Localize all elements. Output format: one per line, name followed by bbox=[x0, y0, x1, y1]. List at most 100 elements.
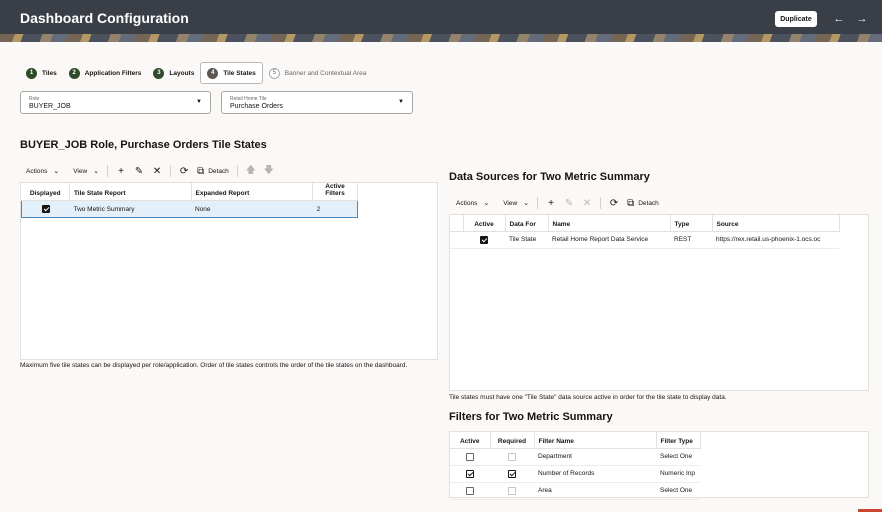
edit-icon[interactable]: ✎ bbox=[130, 163, 148, 179]
delete-icon[interactable]: ✕ bbox=[578, 195, 596, 211]
col-tile-state-report[interactable]: Tile State Report bbox=[69, 183, 192, 201]
name-cell: Retail Home Report Data Service bbox=[548, 231, 670, 249]
toolbar-separator bbox=[170, 165, 172, 177]
step-tile-states[interactable]: 4 Tile States bbox=[200, 62, 263, 84]
step-application-filters[interactable]: 2 Application Filters bbox=[63, 62, 148, 84]
table-row[interactable]: Two Metric Summary None 2 bbox=[21, 200, 358, 218]
view-menu[interactable]: View ⌄ bbox=[499, 195, 533, 211]
detach-button[interactable]: ⧉ Detach bbox=[193, 163, 233, 179]
active-checkbox[interactable] bbox=[466, 469, 474, 478]
data-sources-table-panel: Active Data For Name Type Source Tile St… bbox=[449, 214, 869, 391]
refresh-icon[interactable]: ⟳ bbox=[175, 163, 193, 179]
tile-state-report-cell: Two Metric Summary bbox=[69, 200, 191, 218]
active-checkbox[interactable] bbox=[466, 452, 474, 461]
step-label: Tiles bbox=[42, 69, 57, 77]
data-sources-note: Tile states must have one "Tile State" d… bbox=[449, 394, 727, 401]
move-up-icon[interactable]: 🡅 bbox=[242, 163, 260, 179]
add-icon[interactable]: + bbox=[542, 195, 560, 211]
actions-label: Actions bbox=[456, 199, 478, 207]
col-required[interactable]: Required bbox=[490, 432, 535, 449]
table-row[interactable]: Tile State Retail Home Report Data Servi… bbox=[450, 231, 839, 249]
role-select-label: Role bbox=[29, 96, 40, 102]
step-number: 1 bbox=[26, 67, 37, 79]
col-filter-type[interactable]: Filter Type bbox=[656, 432, 701, 449]
active-cell bbox=[450, 482, 490, 500]
step-number: 2 bbox=[68, 67, 80, 79]
detach-icon: ⧉ bbox=[197, 165, 205, 177]
detach-label: Detach bbox=[638, 199, 659, 207]
filters-table-panel: Active Required Filter Name Filter Type … bbox=[449, 431, 869, 500]
detach-button[interactable]: ⧉ Detach bbox=[623, 195, 663, 211]
step-number: 4 bbox=[207, 67, 219, 79]
actions-menu[interactable]: Actions ⌄ bbox=[22, 163, 63, 179]
tile-states-table-panel: Displayed Tile State Report Expanded Rep… bbox=[20, 182, 438, 360]
filter-type-cell: Select One bbox=[656, 448, 700, 466]
page-title: Dashboard Configuration bbox=[20, 10, 189, 26]
col-displayed[interactable]: Displayed bbox=[21, 183, 70, 201]
required-cell bbox=[490, 465, 534, 483]
arrow-right-icon[interactable]: → bbox=[855, 11, 869, 27]
step-layouts[interactable]: 3 Layouts bbox=[147, 62, 200, 84]
step-number: 5 bbox=[268, 67, 280, 79]
move-down-icon[interactable]: 🡇 bbox=[260, 163, 278, 179]
col-source[interactable]: Source bbox=[712, 215, 840, 232]
step-label: Application Filters bbox=[84, 69, 142, 77]
add-icon[interactable]: + bbox=[112, 163, 130, 179]
delete-icon[interactable]: ✕ bbox=[148, 163, 166, 179]
filter-name-cell: Area bbox=[534, 482, 656, 500]
active-cell bbox=[450, 465, 490, 483]
role-select[interactable]: Role BUYER_JOB ▼ bbox=[20, 91, 211, 114]
tile-states-note: Maximum five tile states can be displaye… bbox=[20, 362, 408, 369]
table-row[interactable]: Number of Records Numeric Inp bbox=[450, 465, 700, 483]
chevron-down-icon: ⌄ bbox=[53, 168, 60, 175]
toolbar-separator bbox=[236, 165, 238, 177]
filter-type-cell: Select One bbox=[656, 482, 700, 500]
chevron-down-icon: ▼ bbox=[398, 99, 404, 105]
filter-name-cell: Number of Records bbox=[534, 465, 656, 483]
data-for-cell: Tile State bbox=[505, 231, 548, 249]
step-banner-contextual-area[interactable]: 5 Banner and Contextual Area bbox=[263, 62, 373, 84]
step-label: Layouts bbox=[169, 69, 195, 77]
app-header: Dashboard Configuration Duplicate ← → bbox=[0, 0, 882, 42]
retail-home-tile-select[interactable]: Retail Home Tile Purchase Orders ▼ bbox=[221, 91, 413, 114]
table-row[interactable]: Department Select One bbox=[450, 448, 700, 466]
data-sources-table: Active Data For Name Type Source Tile St… bbox=[450, 215, 840, 249]
col-expanded-report[interactable]: Expanded Report bbox=[191, 183, 314, 201]
toolbar-separator bbox=[107, 165, 109, 177]
filters-title: Filters for Two Metric Summary bbox=[449, 411, 613, 423]
col-filter-name[interactable]: Filter Name bbox=[534, 432, 657, 449]
actions-label: Actions bbox=[26, 167, 48, 175]
spacer-cell bbox=[450, 231, 463, 249]
arrow-left-icon[interactable]: ← bbox=[832, 11, 846, 27]
step-label: Banner and Contextual Area bbox=[284, 69, 367, 77]
col-type[interactable]: Type bbox=[670, 215, 713, 232]
required-checkbox[interactable] bbox=[508, 452, 516, 461]
col-data-for[interactable]: Data For bbox=[505, 215, 549, 232]
col-active[interactable]: Active bbox=[450, 432, 491, 449]
col-name[interactable]: Name bbox=[548, 215, 671, 232]
actions-menu[interactable]: Actions ⌄ bbox=[452, 195, 493, 211]
train-stepper: 1 Tiles 2 Application Filters 3 Layouts … bbox=[20, 62, 372, 84]
table-row[interactable]: Area Select One bbox=[450, 482, 700, 500]
step-number: 3 bbox=[153, 67, 165, 79]
required-checkbox[interactable] bbox=[508, 469, 516, 478]
chevron-down-icon: ⌄ bbox=[483, 200, 490, 207]
tile-states-title: BUYER_JOB Role, Purchase Orders Tile Sta… bbox=[20, 139, 267, 151]
tile-states-toolbar: Actions ⌄ View ⌄ + ✎ ✕ ⟳ ⧉ Detach 🡅 🡇 bbox=[22, 163, 278, 179]
role-select-value: BUYER_JOB bbox=[29, 103, 71, 110]
col-active[interactable]: Active bbox=[463, 215, 506, 232]
data-sources-title: Data Sources for Two Metric Summary bbox=[449, 171, 650, 183]
detach-icon: ⧉ bbox=[627, 197, 635, 209]
active-checkbox[interactable] bbox=[466, 486, 474, 495]
active-checkbox[interactable] bbox=[480, 235, 488, 244]
col-active-filters[interactable]: Active Filters bbox=[312, 183, 358, 201]
duplicate-button[interactable]: Duplicate bbox=[775, 11, 817, 27]
required-cell bbox=[490, 448, 534, 466]
step-tiles[interactable]: 1 Tiles bbox=[20, 62, 63, 84]
displayed-checkbox[interactable] bbox=[41, 205, 50, 213]
step-label: Tile States bbox=[223, 69, 256, 77]
view-menu[interactable]: View ⌄ bbox=[69, 163, 103, 179]
required-checkbox[interactable] bbox=[508, 486, 516, 495]
refresh-icon[interactable]: ⟳ bbox=[605, 195, 623, 211]
edit-icon[interactable]: ✎ bbox=[560, 195, 578, 211]
